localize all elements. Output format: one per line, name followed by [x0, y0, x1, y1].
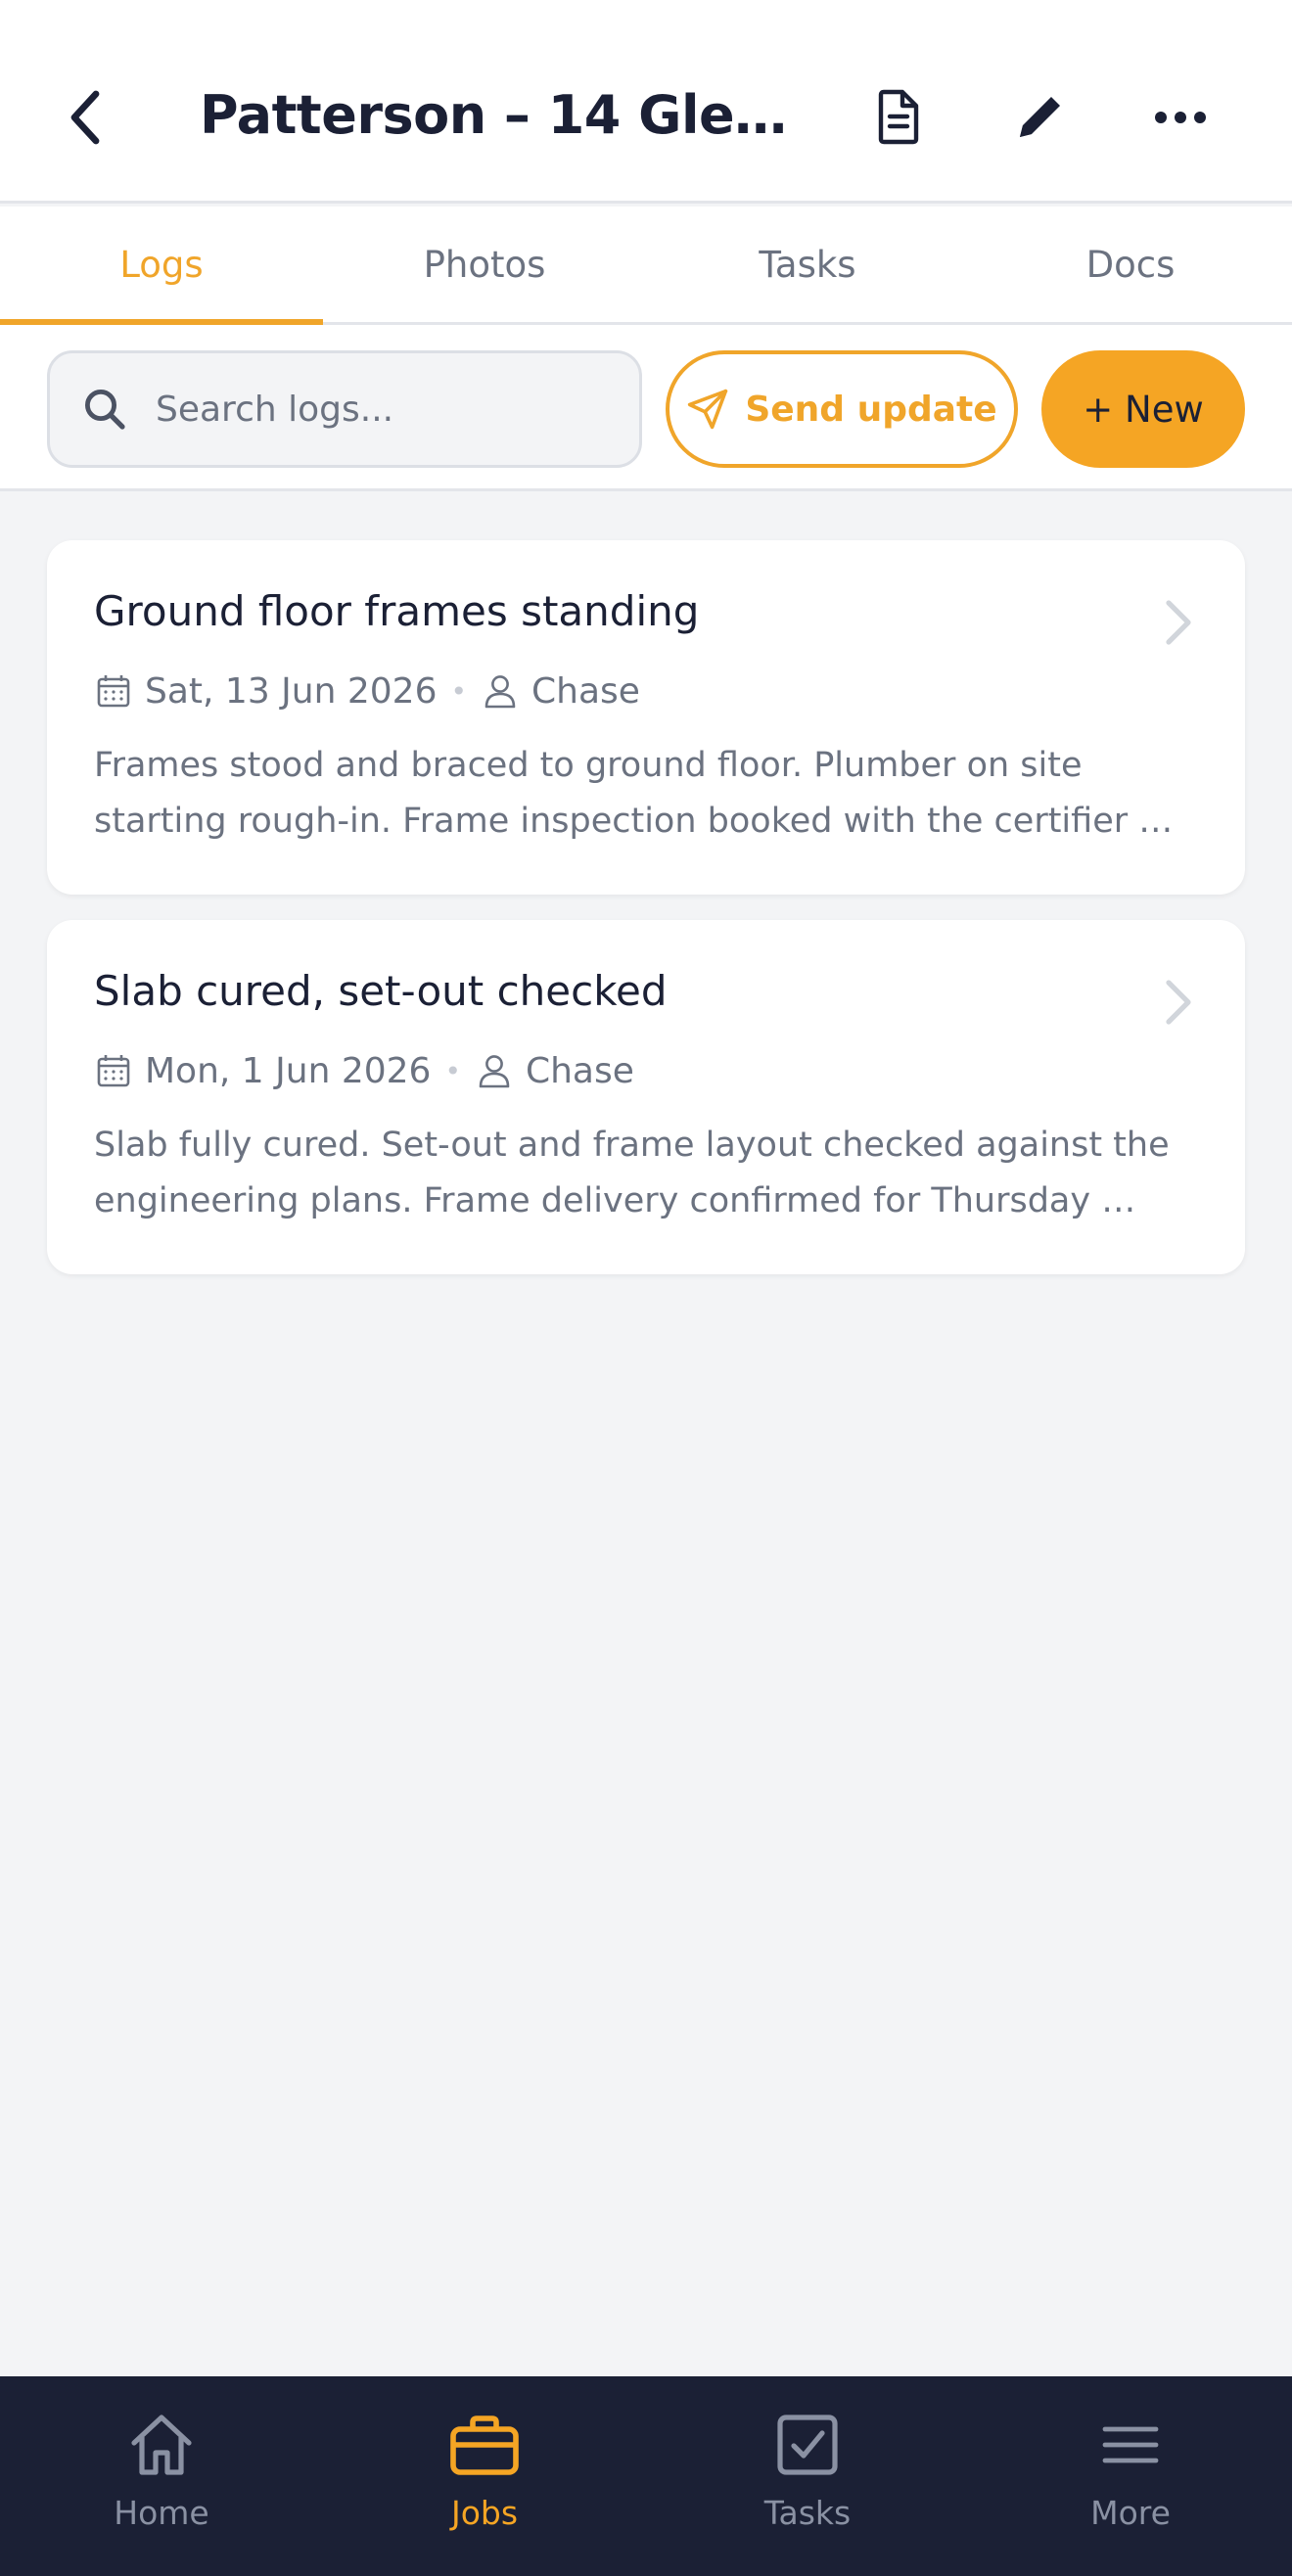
checkbox-icon [768, 2406, 847, 2484]
documents-button[interactable] [852, 70, 946, 164]
user-icon [481, 671, 520, 711]
nav-home[interactable]: Home [0, 2376, 323, 2576]
send-update-label: Send update [745, 389, 997, 430]
menu-icon [1091, 2406, 1170, 2484]
logs-toolbar: Send update + New [0, 325, 1292, 491]
send-update-button[interactable]: Send update [666, 350, 1018, 468]
log-author: Chase [531, 670, 640, 712]
tab-bar: Logs Photos Tasks Docs [0, 207, 1292, 325]
app-root: Patterson – 14 Glenlyon Rd Logs [0, 0, 1292, 2576]
log-date: Sat, 13 Jun 2026 [145, 670, 438, 712]
nav-more-label: More [1090, 2494, 1171, 2532]
nav-home-label: Home [114, 2494, 209, 2532]
log-meta: Sat, 13 Jun 2026 • Chase [94, 664, 640, 718]
bottom-nav: Home Jobs Tasks More [0, 2376, 1292, 2576]
document-icon [878, 89, 919, 145]
tab-tasks[interactable]: Tasks [646, 207, 969, 322]
calendar-icon [94, 671, 133, 711]
chevron-right-icon [1166, 600, 1191, 645]
page-title: Patterson – 14 Glenlyon Rd [200, 84, 807, 146]
log-preview: Slab fully cured. Set-out and frame layo… [94, 1126, 1170, 1220]
send-icon [688, 389, 728, 430]
tab-docs[interactable]: Docs [969, 207, 1292, 322]
search-input[interactable] [156, 389, 625, 430]
log-preview: Frames stood and braced to ground floor.… [94, 746, 1174, 841]
edit-button[interactable] [992, 70, 1086, 164]
tab-photos[interactable]: Photos [323, 207, 646, 322]
log-meta: Mon, 1 Jun 2026 • Chase [94, 1043, 634, 1098]
back-arrow-icon [70, 90, 100, 145]
nav-tasks-label: Tasks [763, 2494, 852, 2532]
home-icon [122, 2406, 201, 2484]
back-button[interactable] [39, 70, 133, 164]
nav-jobs[interactable]: Jobs [323, 2376, 646, 2576]
meta-separator: • [450, 674, 467, 708]
search-box [47, 350, 642, 468]
log-title: Slab cured, set-out checked [94, 967, 668, 1015]
meta-separator: • [444, 1054, 461, 1087]
more-horizontal-icon [1155, 112, 1206, 123]
log-title: Ground floor frames standing [94, 587, 700, 635]
pencil-icon [1020, 97, 1060, 137]
more-options-button[interactable] [1133, 70, 1227, 164]
nav-more[interactable]: More [969, 2376, 1292, 2576]
chevron-right-icon [1166, 980, 1191, 1025]
log-card[interactable]: Slab cured, set-out checked Mon, 1 Jun 2… [47, 920, 1245, 1274]
nav-tasks[interactable]: Tasks [646, 2376, 969, 2576]
log-card[interactable]: Ground floor frames standing Sat, 13 Jun… [47, 540, 1245, 895]
log-author: Chase [525, 1050, 634, 1091]
search-icon [73, 388, 136, 431]
briefcase-icon [445, 2406, 524, 2484]
nav-jobs-label: Jobs [450, 2494, 519, 2532]
user-icon [475, 1051, 514, 1090]
log-date: Mon, 1 Jun 2026 [145, 1050, 432, 1091]
tab-logs[interactable]: Logs [0, 207, 323, 325]
calendar-icon [94, 1051, 133, 1090]
new-log-button[interactable]: + New [1041, 350, 1245, 468]
app-header: Patterson – 14 Glenlyon Rd [0, 0, 1292, 204]
